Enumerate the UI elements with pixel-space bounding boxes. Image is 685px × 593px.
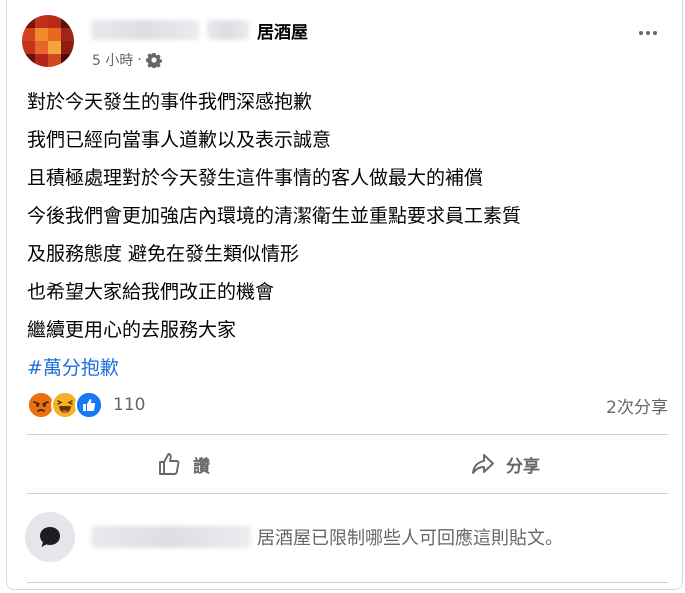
- more-dot: [646, 31, 650, 35]
- author-name-suffix[interactable]: 居酒屋: [257, 18, 308, 43]
- avatar[interactable]: [22, 15, 74, 67]
- more-dot: [639, 31, 643, 35]
- meta-separator: ·: [137, 52, 142, 68]
- more-options-button[interactable]: [639, 31, 657, 35]
- reaction-summary[interactable]: 110: [27, 391, 146, 419]
- post-line: 且積極處理對於今天發生這件事情的客人做最大的補償: [27, 167, 484, 189]
- hashtag-link[interactable]: #萬分抱歉: [27, 349, 119, 387]
- author-name[interactable]: 居酒屋: [91, 17, 308, 43]
- post-line: 也希望大家給我們改正的機會: [27, 281, 275, 303]
- share-label: 分享: [506, 456, 540, 477]
- divider: [27, 493, 668, 494]
- divider: [27, 434, 668, 435]
- reaction-count: 110: [113, 395, 146, 415]
- more-dot: [653, 31, 657, 35]
- audience-gear-icon[interactable]: [145, 52, 162, 68]
- post-line: 及服務態度 避免在發生類似情形: [27, 243, 300, 265]
- post-line: 今後我們會更加強店內環境的清潔衛生並重點要求員工素質: [27, 205, 522, 227]
- share-count[interactable]: 2次分享: [606, 393, 668, 418]
- post-line: 對於今天發生的事件我們深感抱歉: [27, 91, 313, 113]
- post-time[interactable]: 5 小時: [92, 50, 133, 70]
- restriction-text: 居酒屋已限制哪些人可回應這則貼文。: [257, 528, 563, 549]
- like-thumb-icon: [157, 451, 183, 477]
- share-arrow-icon: [470, 451, 496, 477]
- post-text: 對於今天發生的事件我們深感抱歉 我們已經向當事人道歉以及表示誠意 且積極處理對於…: [27, 83, 667, 387]
- blurred-name-part: [91, 526, 251, 548]
- like-label: 讚: [193, 456, 210, 477]
- post-meta: 5 小時 ·: [92, 50, 162, 70]
- comment-restriction-notice: 居酒屋已限制哪些人可回應這則貼文。: [91, 524, 563, 550]
- divider: [27, 582, 668, 583]
- blurred-name-part: [207, 20, 249, 40]
- like-reaction-icon: [75, 391, 103, 419]
- blurred-name-part: [91, 20, 199, 40]
- comment-bubble-icon: [25, 512, 75, 562]
- share-button[interactable]: 分享: [470, 449, 540, 479]
- like-button[interactable]: 讚: [157, 449, 210, 479]
- post-line: 我們已經向當事人道歉以及表示誠意: [27, 129, 332, 151]
- post-line: 繼續更用心的去服務大家: [27, 319, 237, 341]
